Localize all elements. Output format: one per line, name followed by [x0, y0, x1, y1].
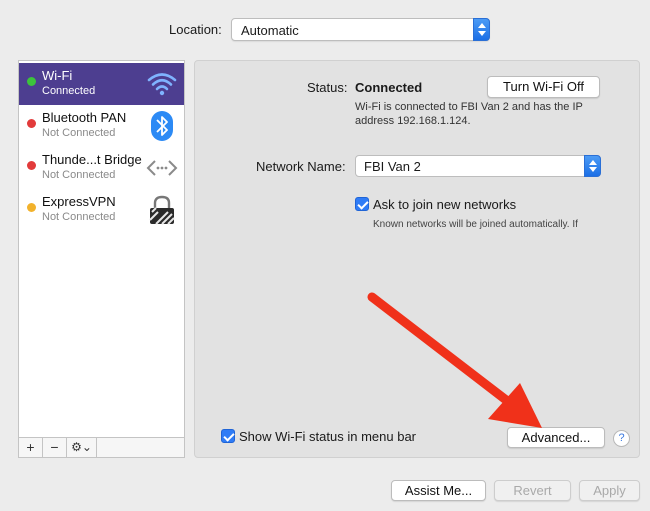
- bluetooth-icon: [151, 111, 173, 141]
- service-list: Wi-Fi Connected Bluetooth PAN Not Connec…: [18, 60, 185, 458]
- status-description-line1: Wi-Fi is connected to FBI Van 2 and has …: [355, 101, 583, 113]
- location-select[interactable]: Automatic: [231, 18, 490, 41]
- revert-button[interactable]: Revert: [494, 480, 571, 501]
- network-name-label: Network Name:: [256, 159, 346, 174]
- wifi-icon: [147, 73, 177, 96]
- status-value: Connected: [355, 80, 423, 95]
- service-name: Wi-Fi: [42, 68, 73, 83]
- service-item-expressvpn[interactable]: ExpressVPN Not Connected: [19, 189, 184, 231]
- assist-me-button[interactable]: Assist Me...: [391, 480, 486, 501]
- status-label: Status:: [307, 80, 348, 95]
- chevron-updown-icon: [473, 18, 490, 41]
- ask-join-checkbox[interactable]: [355, 197, 369, 211]
- status-dot-green: [27, 77, 36, 86]
- ask-join-label: Ask to join new networks: [373, 197, 517, 212]
- gear-icon[interactable]: ⚙⌄: [67, 438, 97, 457]
- service-item-thunderbolt-bridge[interactable]: Thunde...t Bridge Not Connected: [19, 147, 184, 189]
- status-description-line2: address 192.168.1.124.: [355, 115, 471, 127]
- red-arrow-annotation: [367, 292, 542, 428]
- service-name: ExpressVPN: [42, 194, 116, 209]
- location-value: Automatic: [241, 23, 299, 38]
- ask-join-description: Known networks will be joined automatica…: [373, 219, 578, 230]
- turn-wifi-off-button[interactable]: Turn Wi-Fi Off: [487, 76, 600, 98]
- network-name-select[interactable]: FBI Van 2: [355, 155, 601, 177]
- vpn-lock-icon: [149, 195, 175, 225]
- show-wifi-status-checkbox[interactable]: [221, 429, 235, 443]
- status-dot-red: [27, 119, 36, 128]
- apply-button[interactable]: Apply: [579, 480, 640, 501]
- thunderbolt-bridge-icon: [146, 160, 178, 176]
- status-dot-red: [27, 161, 36, 170]
- chevron-updown-icon: [584, 155, 601, 177]
- service-status: Not Connected: [42, 169, 116, 181]
- service-item-wifi[interactable]: Wi-Fi Connected: [19, 63, 184, 105]
- status-dot-yellow: [27, 203, 36, 212]
- service-status: Not Connected: [42, 127, 116, 139]
- service-name: Thunde...t Bridge: [42, 152, 142, 167]
- help-button[interactable]: ?: [613, 430, 630, 447]
- service-status: Not Connected: [42, 211, 116, 223]
- network-name-value: FBI Van 2: [364, 159, 421, 174]
- service-item-bluetooth-pan[interactable]: Bluetooth PAN Not Connected: [19, 105, 184, 147]
- remove-service-button[interactable]: −: [43, 438, 67, 457]
- service-list-toolbar: + − ⚙⌄: [18, 437, 185, 458]
- service-status: Connected: [42, 85, 96, 97]
- add-service-button[interactable]: +: [19, 438, 43, 457]
- service-name: Bluetooth PAN: [42, 110, 127, 125]
- location-label: Location:: [169, 22, 222, 37]
